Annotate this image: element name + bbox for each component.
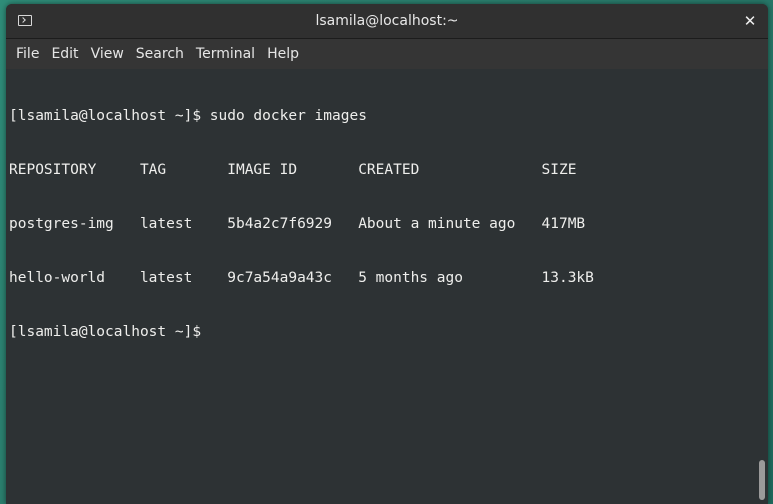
close-button[interactable]: ✕ <box>740 11 760 31</box>
scrollbar-thumb[interactable] <box>759 460 765 500</box>
menu-bar: File Edit View Search Terminal Help <box>6 39 768 69</box>
terminal-line-command: [lsamila@localhost ~]$ sudo docker image… <box>9 108 367 124</box>
terminal-line-prompt: [lsamila@localhost ~]$ <box>9 323 756 341</box>
window-title: lsamila@localhost:~ <box>315 13 459 29</box>
terminal-line-row: hello-world latest 9c7a54a9a43c 5 months… <box>9 270 594 286</box>
terminal-window: lsamila@localhost:~ ✕ File Edit View Sea… <box>6 4 768 504</box>
menu-search[interactable]: Search <box>130 39 190 69</box>
title-bar[interactable]: lsamila@localhost:~ ✕ <box>6 4 768 39</box>
menu-help[interactable]: Help <box>261 39 305 69</box>
close-icon: ✕ <box>743 12 757 30</box>
terminal-cursor <box>210 323 218 339</box>
terminal-output[interactable]: [lsamila@localhost ~]$ sudo docker image… <box>6 69 756 504</box>
menu-view[interactable]: View <box>85 39 130 69</box>
scrollbar[interactable] <box>756 69 768 504</box>
menu-file[interactable]: File <box>10 39 45 69</box>
terminal-line-header: REPOSITORY TAG IMAGE ID CREATED SIZE <box>9 162 577 178</box>
menu-terminal[interactable]: Terminal <box>190 39 261 69</box>
menu-edit[interactable]: Edit <box>45 39 84 69</box>
prompt-text: [lsamila@localhost ~]$ <box>9 324 210 340</box>
terminal-line-row: postgres-img latest 5b4a2c7f6929 About a… <box>9 216 586 232</box>
